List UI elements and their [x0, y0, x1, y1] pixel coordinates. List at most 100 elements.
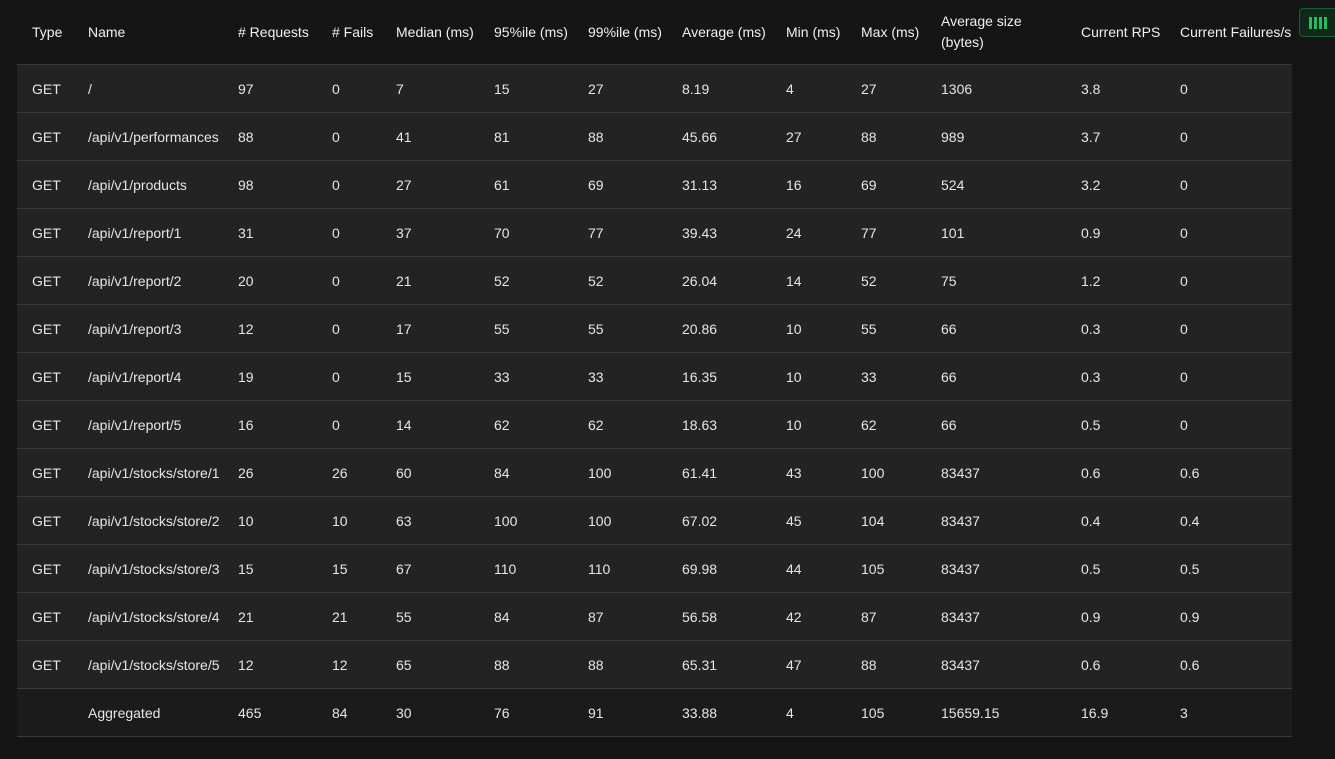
cell-avg-size: 989 [926, 112, 1066, 161]
cell-failures-s: 0.4 [1165, 496, 1292, 545]
cell-name: /api/v1/performances [73, 112, 223, 161]
cell-p95: 81 [479, 112, 573, 161]
cell-rps: 3.8 [1066, 64, 1165, 113]
table-row: GET/api/v1/stocks/store/3 15 15 67 110 110 69.… [17, 544, 1292, 593]
bar-chart-button[interactable] [1299, 8, 1335, 37]
cell-type: GET [17, 160, 73, 209]
cell-type: GET [17, 112, 73, 161]
cell-p99: 27 [573, 64, 667, 113]
column-header-rps[interactable]: Current RPS [1066, 0, 1165, 65]
cell-min: 10 [771, 352, 846, 401]
cell-rps: 0.5 [1066, 400, 1165, 449]
aggregated-cell-type [17, 688, 73, 737]
cell-avg-size: 75 [926, 256, 1066, 305]
cell-p95: 52 [479, 256, 573, 305]
cell-median: 15 [381, 352, 479, 401]
cell-average: 39.43 [667, 208, 771, 257]
cell-min: 16 [771, 160, 846, 209]
cell-fails: 26 [317, 448, 381, 497]
table-row: GET/api/v1/report/3 12 0 17 55 55 20.86 10 55 66 0… [17, 304, 1292, 353]
cell-name: / [73, 64, 223, 113]
cell-avg-size: 524 [926, 160, 1066, 209]
cell-fails: 0 [317, 112, 381, 161]
cell-p95: 70 [479, 208, 573, 257]
table-row: GET/api/v1/stocks/store/1 26 26 60 84 100 61.4… [17, 448, 1292, 497]
cell-median: 7 [381, 64, 479, 113]
aggregated-cell-p95: 76 [479, 688, 573, 737]
table-row: GET/api/v1/performances 88 0 41 81 88 45.66 27 8… [17, 112, 1292, 161]
cell-rps: 0.6 [1066, 448, 1165, 497]
aggregated-cell-avg-size: 15659.15 [926, 688, 1066, 737]
cell-fails: 0 [317, 256, 381, 305]
column-header-name[interactable]: Name [73, 0, 223, 65]
cell-failures-s: 0.5 [1165, 544, 1292, 593]
cell-failures-s: 0 [1165, 208, 1292, 257]
table-row: GET/api/v1/report/5 16 0 14 62 62 18.63 10 62 66 0… [17, 400, 1292, 449]
cell-p95: 110 [479, 544, 573, 593]
cell-avg-size: 83437 [926, 592, 1066, 641]
column-header-fails[interactable]: # Fails [317, 0, 381, 65]
cell-max: 88 [846, 112, 926, 161]
cell-fails: 0 [317, 64, 381, 113]
cell-failures-s: 0 [1165, 160, 1292, 209]
table-row: GET/97 0 7 15 27 8.19 4 27 1306 3.8 0 [17, 64, 1292, 113]
cell-max: 27 [846, 64, 926, 113]
table-row: GET/api/v1/report/4 19 0 15 33 33 16.35 10 33 66 0… [17, 352, 1292, 401]
column-header-average[interactable]: Average (ms) [667, 0, 771, 65]
cell-rps: 0.9 [1066, 208, 1165, 257]
aggregated-cell-p99: 91 [573, 688, 667, 737]
cell-type: GET [17, 496, 73, 545]
cell-p99: 33 [573, 352, 667, 401]
cell-median: 21 [381, 256, 479, 305]
cell-avg-size: 83437 [926, 448, 1066, 497]
cell-failures-s: 0 [1165, 352, 1292, 401]
cell-name: /api/v1/report/5 [73, 400, 223, 449]
cell-type: GET [17, 544, 73, 593]
column-header-min[interactable]: Min (ms) [771, 0, 846, 65]
cell-rps: 0.3 [1066, 352, 1165, 401]
cell-max: 52 [846, 256, 926, 305]
cell-median: 27 [381, 160, 479, 209]
column-header-requests[interactable]: # Requests [223, 0, 317, 65]
cell-requests: 16 [223, 400, 317, 449]
cell-p99: 69 [573, 160, 667, 209]
table-body: GET/97 0 7 15 27 8.19 4 27 1306 3.8 0 GET/api/v1/pe… [17, 64, 1292, 737]
column-header-failures-s[interactable]: Current Failures/s [1165, 0, 1292, 65]
cell-max: 62 [846, 400, 926, 449]
cell-requests: 10 [223, 496, 317, 545]
cell-name: /api/v1/stocks/store/1 [73, 448, 223, 497]
cell-max: 100 [846, 448, 926, 497]
cell-avg-size: 83437 [926, 496, 1066, 545]
cell-p95: 88 [479, 640, 573, 689]
cell-median: 41 [381, 112, 479, 161]
cell-max: 69 [846, 160, 926, 209]
column-header-p95[interactable]: 95%ile (ms) [479, 0, 573, 65]
column-header-median[interactable]: Median (ms) [381, 0, 479, 65]
aggregated-cell-rps: 16.9 [1066, 688, 1165, 737]
header-row: Type Name # Requests # Fails Median (ms) 95%i… [17, 0, 1292, 65]
cell-failures-s: 0 [1165, 304, 1292, 353]
cell-p95: 33 [479, 352, 573, 401]
column-header-avg-size[interactable]: Average size (bytes) [926, 0, 1066, 65]
cell-median: 67 [381, 544, 479, 593]
cell-failures-s: 0 [1165, 400, 1292, 449]
cell-p99: 110 [573, 544, 667, 593]
cell-min: 4 [771, 64, 846, 113]
cell-name: /api/v1/stocks/store/5 [73, 640, 223, 689]
cell-fails: 21 [317, 592, 381, 641]
cell-requests: 26 [223, 448, 317, 497]
cell-name: /api/v1/stocks/store/3 [73, 544, 223, 593]
cell-failures-s: 0.9 [1165, 592, 1292, 641]
cell-min: 45 [771, 496, 846, 545]
cell-name: /api/v1/report/2 [73, 256, 223, 305]
column-header-p99[interactable]: 99%ile (ms) [573, 0, 667, 65]
cell-avg-size: 66 [926, 400, 1066, 449]
cell-max: 77 [846, 208, 926, 257]
cell-fails: 15 [317, 544, 381, 593]
column-header-max[interactable]: Max (ms) [846, 0, 926, 65]
cell-type: GET [17, 352, 73, 401]
cell-p95: 15 [479, 64, 573, 113]
column-header-type[interactable]: Type [17, 0, 73, 65]
aggregated-cell-min: 4 [771, 688, 846, 737]
cell-average: 8.19 [667, 64, 771, 113]
